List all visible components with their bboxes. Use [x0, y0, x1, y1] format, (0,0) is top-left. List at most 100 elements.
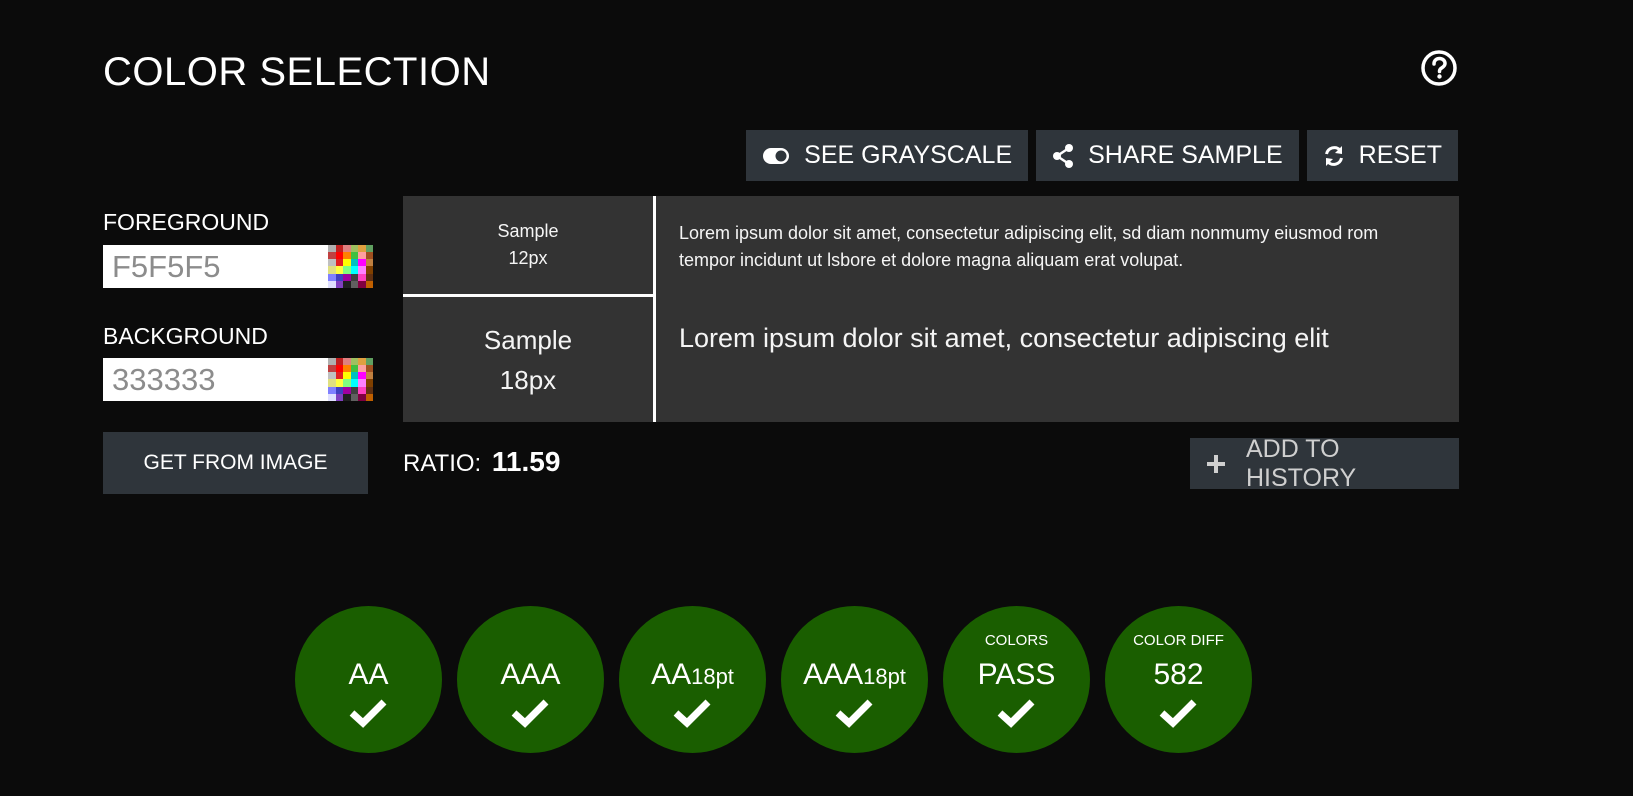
color-swatch [358, 245, 366, 253]
color-swatch [335, 273, 343, 281]
color-swatch [335, 252, 343, 260]
color-swatch [350, 266, 358, 274]
color-swatch [350, 245, 358, 253]
checkmark-icon [349, 699, 387, 728]
color-swatch [328, 273, 336, 281]
color-swatch [335, 280, 343, 288]
page: COLOR SELECTION SEE GRAYSCALE SHARE SAMP… [0, 0, 1633, 796]
color-swatch [335, 393, 343, 401]
color-swatch [365, 372, 373, 380]
checkmark-icon [1159, 699, 1197, 728]
color-swatch [350, 393, 358, 401]
badge-color-diff: COLOR DIFF 582 [1105, 606, 1252, 753]
color-swatch [328, 266, 336, 274]
badge-main-text: AAA [500, 658, 561, 691]
badge-main-text: 582 [1153, 658, 1204, 691]
color-swatch [358, 393, 366, 401]
badge-main-text: PASS [977, 658, 1056, 691]
reset-label: RESET [1358, 141, 1442, 169]
color-swatch [365, 393, 373, 401]
color-swatch [350, 379, 358, 387]
contrast-ratio: RATIO: 11.59 [403, 446, 560, 478]
color-swatch [365, 379, 373, 387]
foreground-input[interactable] [103, 245, 328, 288]
color-swatch [328, 280, 336, 288]
sample-12px-label-line1: Sample [497, 221, 559, 241]
color-swatch [365, 266, 373, 274]
color-swatch [328, 252, 336, 260]
color-swatch [335, 386, 343, 394]
background-color-picker[interactable] [328, 358, 373, 401]
color-swatch [350, 273, 358, 281]
color-swatch [343, 280, 351, 288]
badge-colors: COLORS PASS [943, 606, 1090, 753]
color-swatch [358, 358, 366, 366]
color-swatch [358, 280, 366, 288]
color-swatch [350, 259, 358, 267]
foreground-color-picker[interactable] [328, 245, 373, 288]
badge-aaa-18pt: AAA18pt [781, 606, 928, 753]
color-swatch [335, 245, 343, 253]
color-swatch [365, 273, 373, 281]
color-swatch [365, 252, 373, 260]
color-swatch [335, 266, 343, 274]
color-swatch [365, 245, 373, 253]
badge-main-text: AA [651, 658, 692, 691]
sample-12px-text: Lorem ipsum dolor sit amet, consectetur … [679, 223, 1379, 270]
color-swatch [328, 393, 336, 401]
background-input[interactable] [103, 358, 328, 401]
ratio-value: 11.59 [491, 446, 561, 477]
color-swatch [343, 393, 351, 401]
color-swatch [365, 280, 373, 288]
get-from-image-button[interactable]: GET FROM IMAGE [103, 432, 368, 494]
color-swatch [335, 365, 343, 373]
color-swatch [350, 280, 358, 288]
color-swatch [335, 379, 343, 387]
color-swatch [343, 358, 351, 366]
share-sample-button[interactable]: SHARE SAMPLE [1036, 130, 1299, 181]
color-swatch [343, 252, 351, 260]
checkmark-icon [835, 699, 873, 728]
sample-12px-label: Sample 12px [403, 196, 653, 294]
color-swatch [350, 372, 358, 380]
color-swatch [358, 259, 366, 267]
color-swatch [358, 386, 366, 394]
color-swatch [328, 365, 336, 373]
badge-main-text: AAA [803, 658, 864, 691]
refresh-icon [1323, 145, 1345, 167]
add-to-history-button[interactable]: ADD TO HISTORY [1190, 435, 1459, 492]
color-swatch [350, 252, 358, 260]
color-swatch [358, 266, 366, 274]
share-icon [1052, 143, 1074, 168]
compliance-badges: AA AAA AA18pt AAA18pt COLORS PASS COLOR … [295, 606, 1252, 753]
color-swatch [328, 386, 336, 394]
share-sample-label: SHARE SAMPLE [1088, 141, 1283, 169]
color-swatch [343, 259, 351, 267]
checkmark-icon [673, 699, 711, 728]
sample-18px-label-line2: 18px [499, 364, 557, 395]
color-swatch [350, 386, 358, 394]
color-swatch [358, 372, 366, 380]
color-swatch [343, 245, 351, 253]
sample-18px-text: Lorem ipsum dolor sit amet, consectetur … [679, 323, 1329, 353]
checkmark-icon [511, 699, 549, 728]
badge-sub-text: 18pt [863, 664, 906, 689]
color-swatch [343, 273, 351, 281]
help-icon[interactable] [1421, 50, 1457, 86]
color-swatch [365, 259, 373, 267]
sample-18px-label-line1: Sample [483, 324, 573, 355]
color-swatch [335, 372, 343, 380]
color-swatch [343, 386, 351, 394]
color-swatch [350, 365, 358, 373]
color-swatch [358, 379, 366, 387]
badge-main-text: AA [348, 658, 389, 691]
badge-aa: AA [295, 606, 442, 753]
sample-12px-label-line2: 12px [508, 248, 548, 268]
checkmark-icon [997, 699, 1035, 728]
badge-sub-text: 18pt [691, 664, 734, 689]
badge-top-text: COLOR DIFF [1133, 632, 1224, 649]
color-swatch [343, 372, 351, 380]
see-grayscale-button[interactable]: SEE GRAYSCALE [746, 130, 1029, 181]
reset-button[interactable]: RESET [1306, 130, 1458, 181]
toggle-icon [762, 147, 790, 165]
